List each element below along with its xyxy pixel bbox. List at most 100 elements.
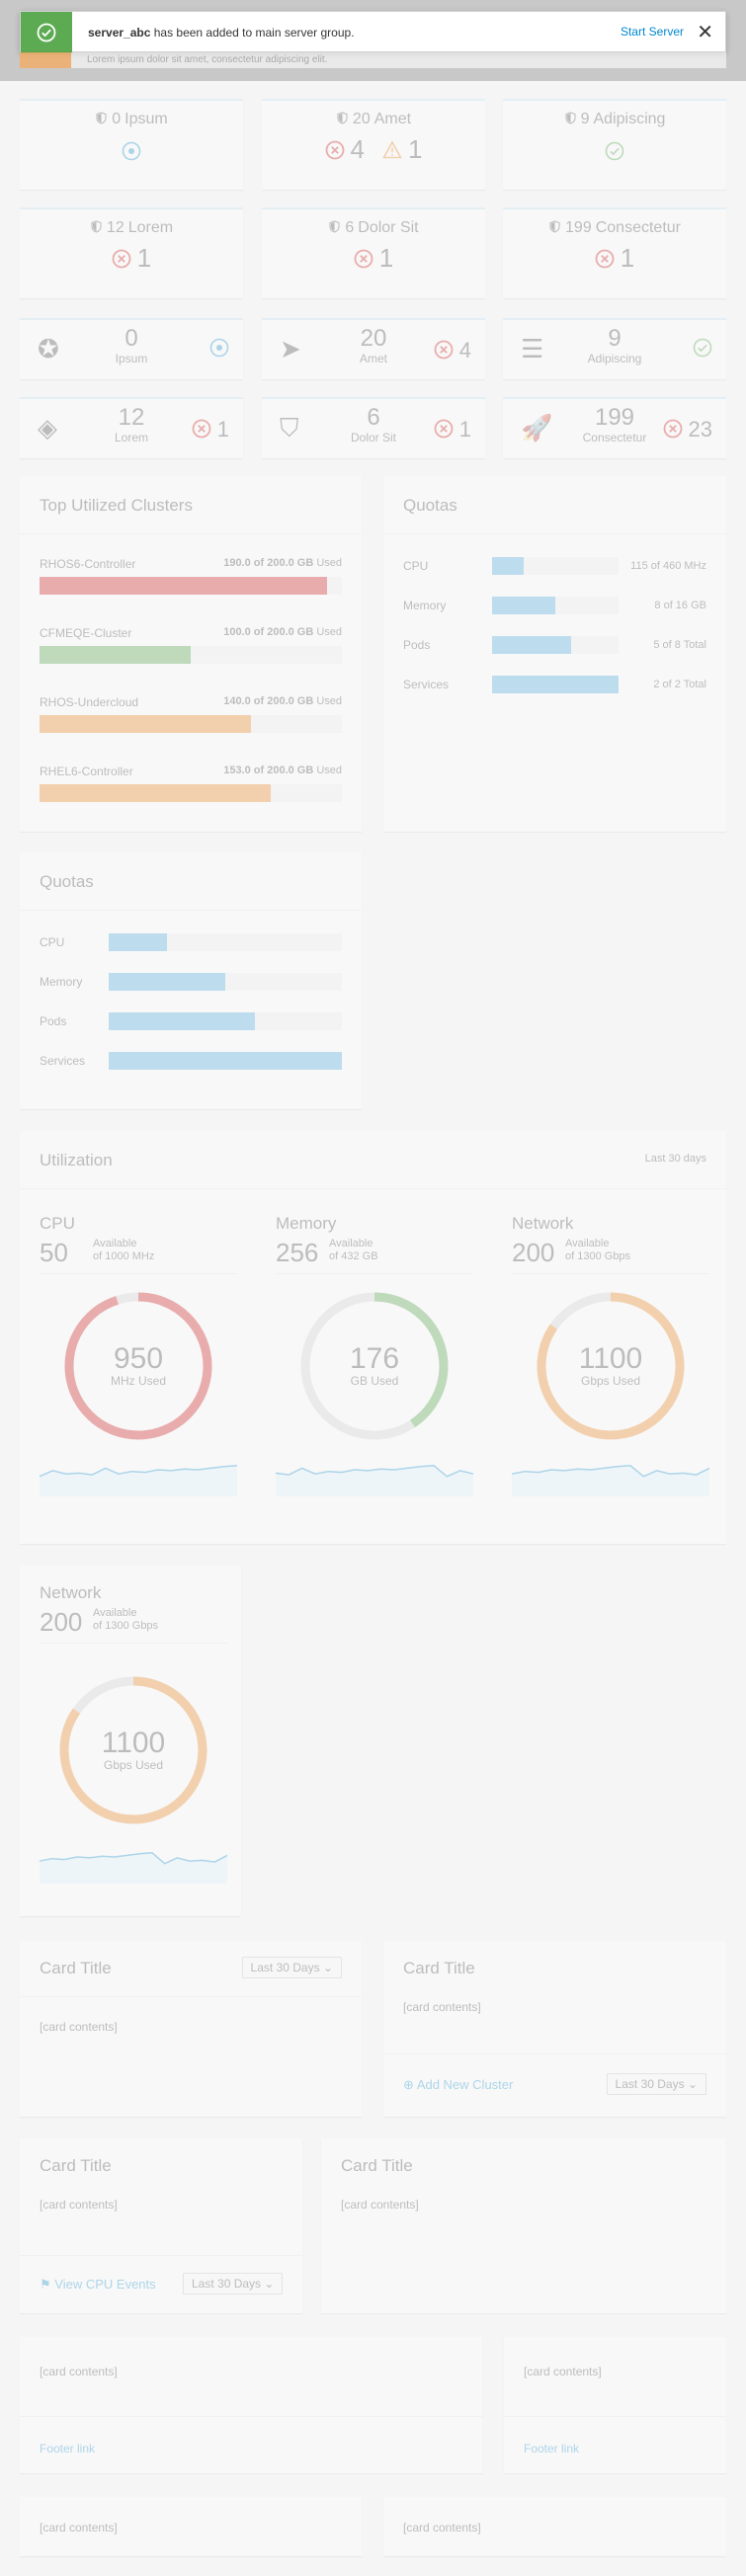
card-c-range-dropdown[interactable]: Last 30 Days ⌄: [183, 2273, 284, 2294]
summary_row2-errors[interactable]: 1: [354, 243, 393, 273]
summary_row1-error-count: 4: [350, 134, 365, 164]
network-card-sparkline[interactable]: [39, 1844, 228, 1884]
network-card-divider: [40, 1643, 227, 1644]
summary_row1-warnings[interactable]: 1: [382, 134, 422, 164]
util-cpu-sparkline[interactable]: [39, 1457, 238, 1496]
cluster-value-amount: 100.0 of 200.0 GB: [223, 626, 314, 638]
mini_row2-card-2[interactable]: 🚀 199 Consectetur 23: [503, 397, 726, 458]
util-memory-divider: [276, 1273, 473, 1274]
cluster-bar[interactable]: [40, 577, 342, 595]
utilization-card: Utilization Last 30 days CPU 50 Available o…: [20, 1131, 726, 1544]
mini_row2-label: Dolor Sit: [350, 431, 396, 444]
mini_row1-card-1[interactable]: ➤ 20 Amet 4: [262, 318, 485, 379]
quota-bar-fill: [492, 597, 555, 614]
util-cpu-used-label: MHz Used: [110, 1374, 166, 1388]
cluster-name: CFMEQE-Cluster: [40, 626, 132, 640]
util-cpu-used-value: 950: [113, 1342, 164, 1375]
cluster-bar[interactable]: [40, 646, 342, 664]
quota-name: Pods: [40, 1014, 67, 1028]
rocket-icon: 🚀: [521, 413, 553, 443]
summary_row1-heading: 20 Amet: [262, 111, 485, 128]
shield-icon: [565, 112, 576, 124]
view-cpu-events-link[interactable]: ⚑ View CPU Events: [40, 2277, 156, 2293]
util-cpu-available: 50: [40, 1238, 68, 1267]
util-network-sparkline[interactable]: [511, 1457, 710, 1496]
add-circle-icon[interactable]: [209, 338, 229, 358]
toast-secondary-strip: [20, 52, 71, 68]
add-new-cluster-link[interactable]: ⊕ Add New Cluster: [403, 2077, 513, 2093]
util-cpu-title: CPU: [40, 1214, 75, 1233]
util-memory-available: 256: [276, 1238, 319, 1267]
quota-bar[interactable]: [492, 636, 619, 654]
card-g-body: [card contents]: [40, 2521, 118, 2535]
summary_row1-status: 41: [262, 134, 485, 165]
cluster-bar[interactable]: [40, 715, 342, 733]
util-memory-available-label: Available: [329, 1238, 373, 1249]
cluster-value-unit: Used: [316, 557, 342, 569]
util-memory-sparkline[interactable]: [275, 1457, 474, 1496]
summary_row2-card-2[interactable]: 199 Consectetur 1: [503, 207, 726, 298]
mini_row2-count: 12: [118, 404, 145, 431]
summary_row2-count: 12: [106, 219, 124, 236]
mini_row1-status: 4: [434, 338, 471, 363]
toast-user: server_abc: [88, 26, 151, 40]
util-network-title: Network: [512, 1214, 574, 1233]
quota-bar[interactable]: [109, 1052, 342, 1070]
quotas-card: Quotas CPU 115 of 460 MHz Memory 8 of 16 GB…: [383, 476, 726, 832]
network-card: Network 200 Available of 1300 Gbps 1100 Gbps …: [20, 1566, 241, 1916]
card-b-range-dropdown[interactable]: Last 30 Days ⌄: [606, 2073, 706, 2095]
flag-icon: ⚑: [40, 2277, 51, 2292]
util-cpu-divider: [40, 1273, 237, 1274]
util-network-donut-label: 1100 Gbps Used: [551, 1342, 670, 1389]
summary_row1-card-2[interactable]: 9 Adipiscing: [503, 99, 726, 190]
util-network-used-value: 1100: [578, 1342, 643, 1375]
summary_row1-card-1[interactable]: 20 Amet 4 1: [262, 99, 485, 190]
error-circle-icon: [663, 419, 682, 439]
card-b: Card Title [card contents] ⊕ Add New Clu…: [383, 1941, 726, 2117]
quota-bar[interactable]: [109, 1012, 342, 1030]
card-f-footer-link[interactable]: Footer link: [524, 2442, 579, 2455]
card-a-range-dropdown[interactable]: Last 30 Days ⌄: [241, 1957, 342, 1978]
quotas-title: Quotas: [403, 496, 457, 515]
summary_row1-count: 20: [352, 111, 371, 127]
add-circle-icon[interactable]: [122, 141, 141, 161]
summary_row1-label: Amet: [373, 111, 412, 127]
view-cpu-events-label: View CPU Events: [54, 2277, 156, 2292]
summary_row2-card-1[interactable]: 6 Dolor Sit 1: [262, 207, 485, 298]
quota-bar[interactable]: [492, 597, 619, 614]
util-network-available: 200: [512, 1238, 555, 1267]
card-f: [card contents] Footer link: [504, 2337, 726, 2473]
card-e: [card contents] Footer link: [20, 2337, 482, 2473]
summary_row2-error-count: 1: [378, 243, 394, 273]
summary_row1-errors[interactable]: 4: [325, 134, 365, 164]
mini_row2-label: Lorem: [114, 431, 148, 444]
chevron-down-icon: ⌄: [322, 1961, 333, 1974]
mini_row2-card-1[interactable]: ⛉ 6 Dolor Sit 1: [262, 397, 485, 458]
network-card-available: 200: [40, 1607, 83, 1637]
summary_row1-card-0[interactable]: 0 Ipsum: [20, 99, 243, 190]
mini_row1-card-2[interactable]: ☰ 9 Adipiscing: [503, 318, 726, 379]
quota-bar-fill: [109, 1052, 342, 1070]
quota-bar[interactable]: [109, 933, 342, 951]
start-server-link[interactable]: Start Server: [621, 25, 684, 39]
error-circle-icon: [112, 249, 131, 269]
quota-bar-fill: [492, 557, 524, 575]
mini_row2-card-0[interactable]: ◈ 12 Lorem 1: [20, 397, 243, 458]
shield-icon: [337, 112, 348, 124]
quota-bar-fill: [492, 676, 619, 693]
quota-bar[interactable]: [109, 973, 342, 991]
card-e-footer-link[interactable]: Footer link: [40, 2442, 95, 2455]
summary_row2-errors[interactable]: 1: [595, 243, 634, 273]
mini_row1-card-0[interactable]: ✪ 0 Ipsum: [20, 318, 243, 379]
quota-bar[interactable]: [492, 557, 619, 575]
mini_row2-status: 1: [434, 417, 471, 443]
summary_row2-count: 6: [345, 219, 355, 236]
quota-value: 2 of 2 Total: [653, 679, 706, 690]
mini_row1-error-count: 4: [458, 338, 471, 362]
close-icon[interactable]: ✕: [697, 20, 713, 44]
cluster-bar[interactable]: [40, 784, 342, 802]
summary_row2-card-0[interactable]: 12 Lorem 1: [20, 207, 243, 298]
summary_row2-errors[interactable]: 1: [112, 243, 151, 273]
quota-bar[interactable]: [492, 676, 619, 693]
summary_row1-status: [503, 134, 726, 165]
